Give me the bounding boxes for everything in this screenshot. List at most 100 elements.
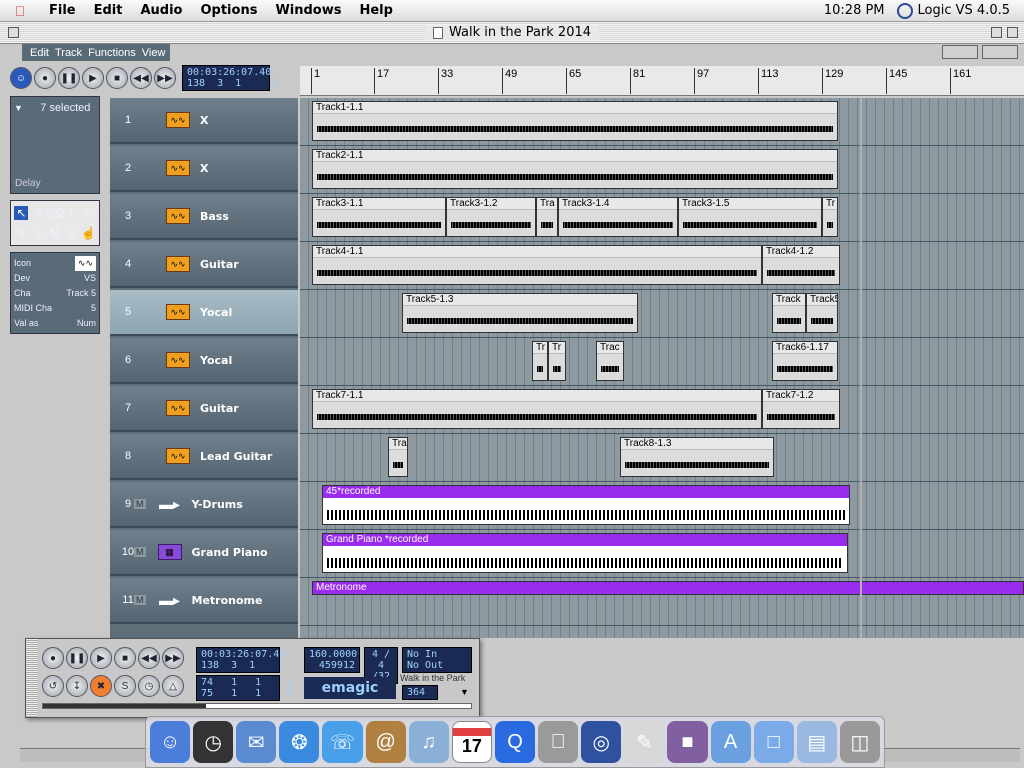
stop-button[interactable]: ■	[106, 67, 128, 89]
audio-region[interactable]: Track4-1.1	[312, 245, 762, 285]
text-tool-icon[interactable]: I	[70, 206, 73, 220]
audio-region[interactable]: Track	[772, 293, 806, 333]
dock-mail-icon[interactable]: ✉	[236, 721, 277, 763]
audio-region[interactable]: Track3-1.4	[558, 197, 678, 237]
pointer-tool-icon[interactable]: ↖	[14, 206, 29, 220]
track-name[interactable]: Y-Drums	[192, 498, 243, 511]
scissors-tool-icon[interactable]: ✂	[84, 206, 94, 220]
record-button[interactable]: ●	[42, 647, 64, 669]
audio-region[interactable]: Track3-1.5	[678, 197, 822, 237]
tempo-display[interactable]: 160.0000 459912	[304, 647, 360, 673]
walk-icon[interactable]: ☺	[10, 67, 32, 89]
dock-logic-icon[interactable]: ◎	[581, 721, 622, 763]
dock-finder-icon[interactable]: ☺	[150, 721, 191, 763]
metronome-icon[interactable]: △	[162, 675, 184, 697]
magnify-tool-icon[interactable]: ⚲	[67, 226, 76, 240]
track-header[interactable]: 3 ∿∿ Bass	[110, 194, 298, 240]
menu-audio[interactable]: Audio	[131, 3, 191, 18]
audio-region[interactable]: Track2-1.1	[312, 149, 838, 189]
pause-button[interactable]: ❚❚	[58, 67, 80, 89]
local-menu-functions[interactable]: Functions	[88, 47, 136, 59]
audio-region[interactable]: Track8-1.3	[620, 437, 774, 477]
track-name[interactable]: Yocal	[200, 306, 232, 319]
audio-region[interactable]: Track1-1.1	[312, 101, 838, 141]
track-name[interactable]: X	[200, 162, 208, 175]
track-header[interactable]: 7 ∿∿ Guitar	[110, 386, 298, 432]
zoom-box-icon[interactable]	[991, 27, 1002, 38]
solo-icon[interactable]: S	[114, 675, 136, 697]
dock-folder-icon[interactable]: □	[753, 721, 794, 763]
glue-tool-icon[interactable]: ✎	[16, 226, 26, 240]
track-name[interactable]: Guitar	[200, 402, 239, 415]
menu-edit[interactable]: Edit	[85, 3, 132, 18]
mute-button[interactable]: M	[134, 499, 146, 509]
dock-sysprefs-icon[interactable]: 	[538, 721, 579, 763]
local-menu-view[interactable]: View	[142, 47, 166, 59]
floating-transport-window[interactable]: ● ❚❚ ▶ ■ ◀◀ ▶▶ ↺ ↧ ✖ S ◷ △ 00:03:26:07.4…	[25, 638, 480, 718]
link-button[interactable]	[942, 45, 978, 59]
midi-region[interactable]: Grand Piano *recorded	[322, 533, 848, 573]
locator-display[interactable]: 74 1 1 1 75 1 1 1	[196, 675, 291, 701]
dock-addressbook-icon[interactable]: @	[365, 721, 406, 763]
eraser-tool-icon[interactable]: ⌫	[47, 206, 64, 220]
track-header[interactable]: 1 ∿∿ X	[110, 98, 298, 144]
sync-icon[interactable]: ◷	[138, 675, 160, 697]
forward-button[interactable]: ▶▶	[162, 647, 184, 669]
catch-button[interactable]	[982, 45, 1018, 59]
audio-region[interactable]: Tra	[388, 437, 408, 477]
cycle-icon[interactable]: ↺	[42, 675, 64, 697]
apple-menu-icon[interactable]: 	[0, 3, 40, 19]
param-value[interactable]: Num	[77, 316, 96, 331]
track-header[interactable]: 10 M ▦ Grand Piano	[110, 530, 298, 576]
solo-tool-icon[interactable]: S	[34, 226, 42, 240]
app-menu[interactable]: Logic VS 4.0.5	[896, 2, 1010, 19]
track-name[interactable]: Yocal	[200, 354, 232, 367]
param-value[interactable]: VS	[84, 271, 96, 286]
finger-tool-icon[interactable]: ☝	[81, 226, 96, 240]
collapse-box-icon[interactable]	[1007, 27, 1018, 38]
track-header[interactable]: 8 ∿∿ Lead Guitar	[110, 434, 298, 480]
track-name[interactable]: Lead Guitar	[200, 450, 272, 463]
autodrop-icon[interactable]: ↧	[66, 675, 88, 697]
dock-itunes-icon[interactable]: ♫	[408, 721, 449, 763]
pencil-tool-icon[interactable]: ✎	[33, 206, 43, 220]
track-header[interactable]: 6 ∿∿ Yocal	[110, 338, 298, 384]
forward-button[interactable]: ▶▶	[154, 67, 176, 89]
position-display[interactable]: 00:03:26:07.40 138 3 1 1	[196, 647, 285, 673]
track-header[interactable]: 4 ∿∿ Guitar	[110, 242, 298, 288]
mute-tool-icon[interactable]: M	[50, 226, 60, 240]
audio-region[interactable]: Track6-1.17	[772, 341, 838, 381]
position-display[interactable]: 00:03:26:07.40 138 3 1 1	[182, 65, 277, 91]
audio-region[interactable]: Track3-1.2	[446, 197, 536, 237]
audio-region[interactable]: Tra	[536, 197, 558, 237]
track-header[interactable]: 9 M ▬▸ Y-Drums	[110, 482, 298, 528]
midi-inout-display[interactable]: No In No Out	[402, 647, 472, 673]
menu-help[interactable]: Help	[350, 3, 401, 18]
menu-options[interactable]: Options	[191, 3, 266, 18]
audio-region[interactable]: Track5	[806, 293, 838, 333]
param-value[interactable]: Track 5	[66, 286, 96, 301]
play-button[interactable]: ▶	[90, 647, 112, 669]
region-parameter-box[interactable]: ▼ 7 selected Delay	[10, 96, 100, 194]
track-header[interactable]: 2 ∿∿ X	[110, 146, 298, 192]
position-slider[interactable]	[42, 703, 472, 709]
audio-region[interactable]: Trac	[596, 341, 624, 381]
track-header[interactable]: 5 ∿∿ Yocal	[110, 290, 298, 336]
rewind-button[interactable]: ◀◀	[138, 647, 160, 669]
rewind-button[interactable]: ◀◀	[130, 67, 152, 89]
track-name[interactable]: Metronome	[192, 594, 263, 607]
song-value[interactable]: 364	[402, 685, 438, 700]
midi-region[interactable]: Metronome	[312, 581, 1024, 595]
stop-button[interactable]: ■	[114, 647, 136, 669]
dock-apps-icon[interactable]: A	[710, 721, 751, 763]
local-menu-edit[interactable]: Edit	[30, 47, 49, 59]
dock-preview-icon[interactable]: ■	[667, 721, 708, 763]
close-box-icon[interactable]	[8, 27, 19, 38]
dock-clock-icon[interactable]: ◷	[193, 721, 234, 763]
arrange-area[interactable]: Track1-1.1 Track2-1.1 Track3-1.1 Track3-1.2…	[300, 98, 1024, 638]
dock-ical-icon[interactable]: 17	[451, 721, 492, 763]
mute-button[interactable]: M	[134, 547, 146, 557]
play-button[interactable]: ▶	[82, 67, 104, 89]
audio-region[interactable]: Tr	[532, 341, 548, 381]
audio-region[interactable]: Track7-1.1	[312, 389, 762, 429]
